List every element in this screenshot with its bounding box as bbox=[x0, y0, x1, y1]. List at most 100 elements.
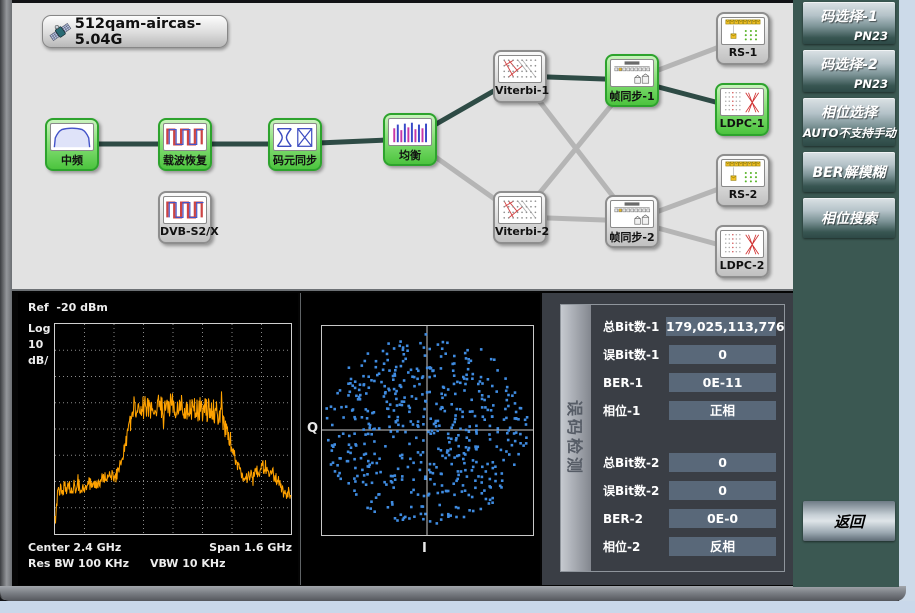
frame-icon bbox=[610, 59, 654, 87]
ber-row-ber-2: BER-20E-0 bbox=[603, 509, 776, 528]
spectrum-ref-label: Ref -20 dBm bbox=[28, 301, 108, 314]
flow-node-label: 中频 bbox=[47, 152, 97, 168]
window-margin-right bbox=[899, 0, 915, 613]
flow-node-frame2[interactable]: 帧同步-2 bbox=[605, 195, 659, 248]
trellis-icon bbox=[498, 196, 542, 224]
flow-node-ldpc2[interactable]: LDPC-2 bbox=[715, 225, 769, 278]
ber-value-total-bits-1: 179,025,113,776 bbox=[666, 317, 776, 336]
flow-node-rs1[interactable]: RS-1 bbox=[716, 12, 770, 65]
flow-node-viterbi1[interactable]: Viterbi-1 bbox=[493, 50, 547, 103]
spectrum-bw-labels: Res BW 100 KHz VBW 10 KHz bbox=[28, 557, 292, 570]
ber-value-phase-1: 正相 bbox=[669, 401, 776, 420]
sidebar-button-phase-search[interactable]: 相位搜索 bbox=[803, 198, 895, 238]
spectrum-scale-labels: Log 10 dB/ bbox=[28, 321, 50, 369]
sidebar-button-label: 码选择-2 bbox=[803, 50, 895, 74]
flow-node-label: 载波恢复 bbox=[160, 152, 210, 168]
flow-node-rs2[interactable]: RS-2 bbox=[716, 154, 770, 207]
spectrum-scale-line: dB/ bbox=[28, 353, 50, 369]
wave-icon bbox=[163, 123, 207, 151]
sidebar-button-label: 码选择-1 bbox=[803, 2, 895, 26]
sidebar-button-sublabel: PN23 bbox=[803, 29, 895, 43]
ber-row-ber-1: BER-10E-11 bbox=[603, 373, 776, 392]
ber-row-error-bits-2: 误Bit数-20 bbox=[603, 481, 776, 500]
flow-canvas: 中频 载波恢复 码元同步 均衡 DVB-S2/X Viterbi-1 Viterbi-2 帧同… bbox=[12, 3, 793, 289]
window-frame-left bbox=[0, 0, 12, 600]
satellite-icon bbox=[49, 19, 72, 45]
sidebar-button-label: 相位选择 bbox=[803, 98, 895, 122]
sidebar-button-code-select-1[interactable]: 码选择-1 PN23 bbox=[803, 2, 895, 44]
ber-panel: 误码检测 总Bit数-1179,025,113,776误Bit数-10BER-1… bbox=[542, 293, 793, 585]
sidebar-button-label: 相位搜索 bbox=[821, 208, 877, 228]
flow-node-label: Viterbi-1 bbox=[495, 84, 545, 97]
flow-node-label: LDPC-1 bbox=[717, 117, 767, 130]
spectrum-freq-labels: Center 2.4 GHz Span 1.6 GHz bbox=[28, 541, 292, 554]
sidebar: 码选择-1 PN23 码选择-2 PN23 相位选择 AUTO不支持手动 BER解模糊相位搜… bbox=[793, 0, 899, 587]
signal-title-label: 512qam-aircas-5.04G bbox=[75, 16, 227, 48]
ber-value-ber-2: 0E-0 bbox=[669, 509, 776, 528]
spectrum-scale-line: Log bbox=[28, 321, 50, 337]
ldpc-icon bbox=[720, 230, 764, 258]
sidebar-button-sublabel: AUTO不支持手动 bbox=[803, 125, 895, 141]
frame-icon bbox=[610, 200, 654, 228]
spectrum-vbw-label: VBW 10 KHz bbox=[150, 557, 226, 570]
window-margin-bottom bbox=[0, 601, 915, 613]
return-button[interactable]: 返回 bbox=[803, 501, 895, 541]
rs-icon bbox=[721, 159, 765, 187]
spectrum-scale-line: 10 bbox=[28, 337, 50, 353]
sidebar-button-label: BER解模糊 bbox=[812, 162, 885, 182]
bars-icon bbox=[388, 118, 432, 146]
ber-label-ber-1: BER-1 bbox=[603, 376, 669, 390]
sidebar-button-phase-select[interactable]: 相位选择 AUTO不支持手动 bbox=[803, 98, 895, 146]
ber-value-phase-2: 反相 bbox=[669, 537, 776, 556]
flow-node-viterbi2[interactable]: Viterbi-2 bbox=[493, 191, 547, 244]
flow-node-dvb[interactable]: DVB-S2/X bbox=[158, 191, 212, 244]
flow-node-label: LDPC-2 bbox=[717, 259, 767, 272]
flow-node-label: 帧同步-2 bbox=[607, 229, 657, 245]
flow-node-if[interactable]: 中频 bbox=[45, 118, 99, 171]
flow-node-label: RS-1 bbox=[718, 46, 768, 59]
wave-icon bbox=[163, 196, 207, 224]
spectrum-span-label: Span 1.6 GHz bbox=[209, 541, 292, 554]
flow-node-frame1[interactable]: 帧同步-1 bbox=[605, 54, 659, 107]
ber-label-phase-2: 相位-2 bbox=[603, 538, 669, 555]
ber-label-ber-2: BER-2 bbox=[603, 512, 669, 526]
flow-node-label: Viterbi-2 bbox=[495, 225, 545, 238]
flow-node-ldpc1[interactable]: LDPC-1 bbox=[715, 83, 769, 136]
flow-node-label: 均衡 bbox=[385, 147, 435, 163]
constellation-plot bbox=[301, 293, 541, 585]
ber-row-phase-2: 相位-2反相 bbox=[603, 537, 776, 556]
spectrum-center-label: Center 2.4 GHz bbox=[28, 541, 121, 554]
flow-node-label: RS-2 bbox=[718, 188, 768, 201]
rs-icon bbox=[721, 17, 765, 45]
ber-label-error-bits-2: 误Bit数-2 bbox=[603, 482, 669, 499]
ber-value-ber-1: 0E-11 bbox=[669, 373, 776, 392]
sidebar-button-sublabel: PN23 bbox=[803, 77, 895, 91]
ber-value-total-bits-2: 0 bbox=[669, 453, 776, 472]
ber-side-strip: 误码检测 bbox=[561, 305, 591, 571]
spectrum-panel: Ref -20 dBm Log 10 dB/ Center 2.4 GHz Sp… bbox=[18, 293, 298, 585]
trellis-icon bbox=[498, 55, 542, 83]
flow-node-label: 码元同步 bbox=[270, 152, 320, 168]
ber-side-label: 误码检测 bbox=[564, 400, 588, 476]
sidebar-button-ber-disambiguation[interactable]: BER解模糊 bbox=[803, 152, 895, 192]
flow-node-carrier[interactable]: 载波恢复 bbox=[158, 118, 212, 171]
ber-row-total-bits-2: 总Bit数-20 bbox=[603, 453, 776, 472]
ber-row-total-bits-1: 总Bit数-1179,025,113,776 bbox=[603, 317, 776, 336]
constellation-panel: Q I bbox=[300, 293, 540, 585]
spectrum-rbw-label: Res BW 100 KHz bbox=[28, 557, 129, 570]
flow-node-label: 帧同步-1 bbox=[607, 88, 657, 104]
flow-node-equalizer[interactable]: 均衡 bbox=[383, 113, 437, 166]
ber-label-total-bits-1: 总Bit数-1 bbox=[603, 318, 666, 335]
flow-node-symbol[interactable]: 码元同步 bbox=[268, 118, 322, 171]
window-frame-bottom bbox=[0, 586, 906, 601]
ber-value-error-bits-1: 0 bbox=[669, 345, 776, 364]
ber-row-phase-1: 相位-1正相 bbox=[603, 401, 776, 420]
bottom-panels: Ref -20 dBm Log 10 dB/ Center 2.4 GHz Sp… bbox=[12, 289, 793, 586]
ber-label-total-bits-2: 总Bit数-2 bbox=[603, 454, 669, 471]
constellation-i-axis-label: I bbox=[422, 541, 427, 556]
sidebar-button-code-select-2[interactable]: 码选择-2 PN23 bbox=[803, 50, 895, 92]
eye-icon bbox=[273, 123, 317, 151]
spectrum-icon bbox=[50, 123, 94, 151]
signal-title-button[interactable]: 512qam-aircas-5.04G bbox=[42, 15, 228, 48]
ber-value-error-bits-2: 0 bbox=[669, 481, 776, 500]
